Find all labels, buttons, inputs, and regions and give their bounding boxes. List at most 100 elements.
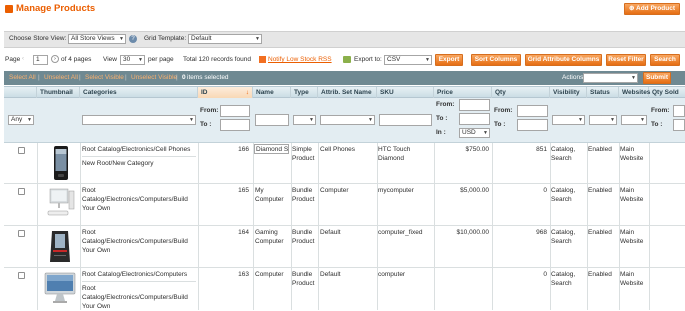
row-status: Enabled xyxy=(588,271,612,278)
unselect-visible-link[interactable]: Unselect Visible xyxy=(131,74,177,81)
chevron-down-icon: ▼ xyxy=(640,117,645,123)
reset-filter-button[interactable]: Reset Filter xyxy=(606,54,646,66)
qty-sold-to-label: To : xyxy=(651,121,663,128)
chevron-down-icon: ▼ xyxy=(27,117,32,123)
unselect-all-link[interactable]: Unselect All xyxy=(44,74,78,81)
row-checkbox[interactable] xyxy=(18,147,25,154)
product-thumbnail xyxy=(40,270,80,307)
chevron-down-icon: ▼ xyxy=(255,36,260,42)
category-divider xyxy=(82,156,196,157)
product-thumbnail xyxy=(40,145,80,182)
row-name: My Computer xyxy=(255,187,284,203)
row-id: 166 xyxy=(238,146,249,153)
export-button[interactable]: Export xyxy=(435,54,463,66)
row-sku: computer_fixed xyxy=(378,229,423,236)
help-icon[interactable]: ? xyxy=(129,35,137,43)
row-qty: 968 xyxy=(536,229,547,236)
table-row[interactable]: Root Catalog/Electronics/Cell Phones New… xyxy=(4,143,685,184)
row-websites: Main Website xyxy=(620,146,644,162)
row-category: New Root/New Category xyxy=(82,160,154,167)
actions-select[interactable]: ▼ xyxy=(583,73,638,83)
separator: | xyxy=(38,74,40,81)
type-filter-select[interactable]: ▼ xyxy=(293,115,316,125)
categories-filter-select[interactable]: ▼ xyxy=(82,115,196,125)
search-button[interactable]: Search xyxy=(650,54,680,66)
table-row[interactable]: Root Catalog/Electronics/Computers Root … xyxy=(4,268,685,310)
currency-select[interactable]: USD ▼ xyxy=(459,128,490,138)
qty-to-input[interactable] xyxy=(517,119,548,131)
table-row[interactable]: Root Catalog/Electronics/Computers/Build… xyxy=(4,184,685,226)
grid-template-select[interactable]: Default ▼ xyxy=(188,34,262,44)
row-price: $5,000.00 xyxy=(460,187,489,194)
chevron-down-icon: ▼ xyxy=(425,57,430,63)
row-id: 164 xyxy=(238,229,249,236)
add-product-button[interactable]: ⊕ Add Product xyxy=(624,3,680,15)
product-thumbnail xyxy=(40,186,80,223)
low-stock-rss-link[interactable]: Notify Low Stock RSS xyxy=(268,56,332,63)
row-attr-set: Default xyxy=(320,271,341,278)
visibility-filter-select[interactable]: ▼ xyxy=(552,115,585,125)
store-view-label: Choose Store View: xyxy=(9,35,67,42)
row-checkbox[interactable] xyxy=(18,188,25,195)
row-qty: 0 xyxy=(543,271,547,278)
qty-sold-to-input[interactable] xyxy=(673,119,685,131)
grid-attribute-columns-button[interactable]: Grid Attribute Columns xyxy=(525,54,602,66)
next-page-icon[interactable]: › xyxy=(51,55,59,63)
row-name: Gaming Computer xyxy=(255,229,284,245)
row-category: Root Catalog/Electronics/Computers/Build… xyxy=(82,187,188,212)
qty-sold-from-label: From: xyxy=(651,107,670,114)
row-checkbox[interactable] xyxy=(18,272,25,279)
row-status: Enabled xyxy=(588,187,612,194)
attr-set-filter-select[interactable]: ▼ xyxy=(320,115,375,125)
select-visible-link[interactable]: Select Visible xyxy=(85,74,124,81)
prev-page-icon[interactable]: ‹ xyxy=(22,56,24,62)
chevron-down-icon: ▼ xyxy=(610,117,615,123)
chevron-down-icon: ▼ xyxy=(631,75,636,81)
table-row[interactable]: Root Catalog/Electronics/Computers/Build… xyxy=(4,226,685,268)
sku-filter-input[interactable] xyxy=(379,114,432,126)
page-title: Manage Products xyxy=(16,3,96,14)
chevron-down-icon: ▼ xyxy=(309,117,314,123)
separator: | xyxy=(79,74,81,81)
row-attr-set: Default xyxy=(320,229,341,236)
row-visibility: Catalog, Search xyxy=(551,146,576,162)
per-page-select[interactable]: 30 ▼ xyxy=(120,55,145,65)
select-all-link[interactable]: Select All xyxy=(9,74,36,81)
row-checkbox[interactable] xyxy=(18,230,25,237)
price-from-input[interactable] xyxy=(459,99,490,111)
id-from-input[interactable] xyxy=(220,105,250,117)
id-to-input[interactable] xyxy=(220,119,250,131)
per-page-label: per page xyxy=(148,56,174,63)
rss-icon xyxy=(259,56,266,63)
grid-template-label: Grid Template: xyxy=(144,35,187,42)
price-to-label: To : xyxy=(436,115,448,122)
name-filter-input[interactable] xyxy=(255,114,289,126)
qty-from-input[interactable] xyxy=(517,105,548,117)
of-pages-text: of 4 pages xyxy=(61,56,92,63)
row-qty: 851 xyxy=(536,146,547,153)
price-to-input[interactable] xyxy=(459,113,490,125)
chevron-down-icon: ▼ xyxy=(368,117,373,123)
qty-to-label: To : xyxy=(494,121,506,128)
row-id: 165 xyxy=(238,187,249,194)
status-filter-select[interactable]: ▼ xyxy=(589,115,617,125)
submit-button[interactable]: Submit xyxy=(643,72,671,84)
row-type: Bundle Product xyxy=(292,229,315,245)
row-name-input[interactable]: Diamond S xyxy=(254,144,289,154)
massaction-any-select[interactable]: Any ▼ xyxy=(8,115,34,125)
sort-desc-icon: ↓ xyxy=(245,89,249,96)
store-view-select[interactable]: All Store Views ▼ xyxy=(68,34,126,44)
price-in-label: In : xyxy=(436,129,446,136)
websites-filter-select[interactable]: ▼ xyxy=(621,115,647,125)
product-icon xyxy=(5,5,13,13)
product-thumbnail xyxy=(40,228,80,265)
separator: | xyxy=(176,74,178,81)
qty-sold-from-input[interactable] xyxy=(673,105,685,117)
sort-columns-button[interactable]: Sort Columns xyxy=(471,54,521,66)
page-input[interactable]: 1 xyxy=(33,55,48,65)
row-category: Root Catalog/Electronics/Computers/Build… xyxy=(82,285,188,310)
grid-header: Thumbnail Categories ID ↓ Name Type Attri… xyxy=(4,86,685,99)
export-format-select[interactable]: CSV ▼ xyxy=(384,55,432,65)
category-divider xyxy=(82,281,196,282)
row-category: Root Catalog/Electronics/Cell Phones xyxy=(82,146,191,153)
